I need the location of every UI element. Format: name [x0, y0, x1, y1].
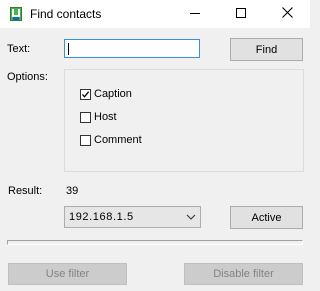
host-checkbox[interactable]: [80, 111, 91, 123]
caption-option-label: Caption: [94, 88, 132, 100]
find-contacts-window: Find contacts Text: Find Options: Captio…: [0, 0, 310, 291]
progress-bar: [7, 240, 303, 245]
check-icon: [82, 90, 90, 98]
text-label: Text:: [7, 43, 31, 55]
title-bar: Find contacts: [0, 0, 310, 28]
result-count: 39: [66, 185, 79, 197]
active-button[interactable]: Active: [230, 206, 303, 229]
disable-filter-button-label: Disable filter: [213, 268, 274, 280]
window-title: Find contacts: [30, 7, 102, 21]
text-caret: [68, 43, 69, 55]
chevron-down-icon: [186, 212, 196, 222]
comment-option[interactable]: Comment: [80, 133, 142, 147]
minimize-button[interactable]: [172, 0, 218, 28]
host-option-label: Host: [94, 111, 117, 123]
close-button[interactable]: [264, 0, 310, 28]
maximize-button[interactable]: [218, 0, 264, 28]
caption-option[interactable]: Caption: [80, 87, 132, 101]
app-tag-icon: [8, 6, 24, 22]
host-option[interactable]: Host: [80, 110, 117, 124]
host-filter-select[interactable]: 192.168.1.5: [64, 206, 201, 228]
result-label: Result:: [8, 185, 43, 197]
host-filter-value: 192.168.1.5: [69, 211, 134, 223]
comment-option-label: Comment: [94, 134, 142, 146]
active-button-label: Active: [251, 211, 282, 224]
comment-checkbox[interactable]: [80, 134, 91, 146]
find-button-label: Find: [255, 43, 278, 56]
close-icon: [281, 7, 293, 21]
search-text-input[interactable]: [64, 39, 200, 58]
use-filter-button-label: Use filter: [45, 268, 90, 280]
minimize-icon: [190, 8, 200, 21]
disable-filter-button[interactable]: Disable filter: [184, 263, 303, 285]
caption-checkbox[interactable]: [80, 88, 91, 100]
maximize-icon: [236, 7, 246, 21]
use-filter-button[interactable]: Use filter: [8, 263, 127, 285]
options-label: Options:: [7, 71, 48, 83]
find-button[interactable]: Find: [230, 38, 303, 61]
